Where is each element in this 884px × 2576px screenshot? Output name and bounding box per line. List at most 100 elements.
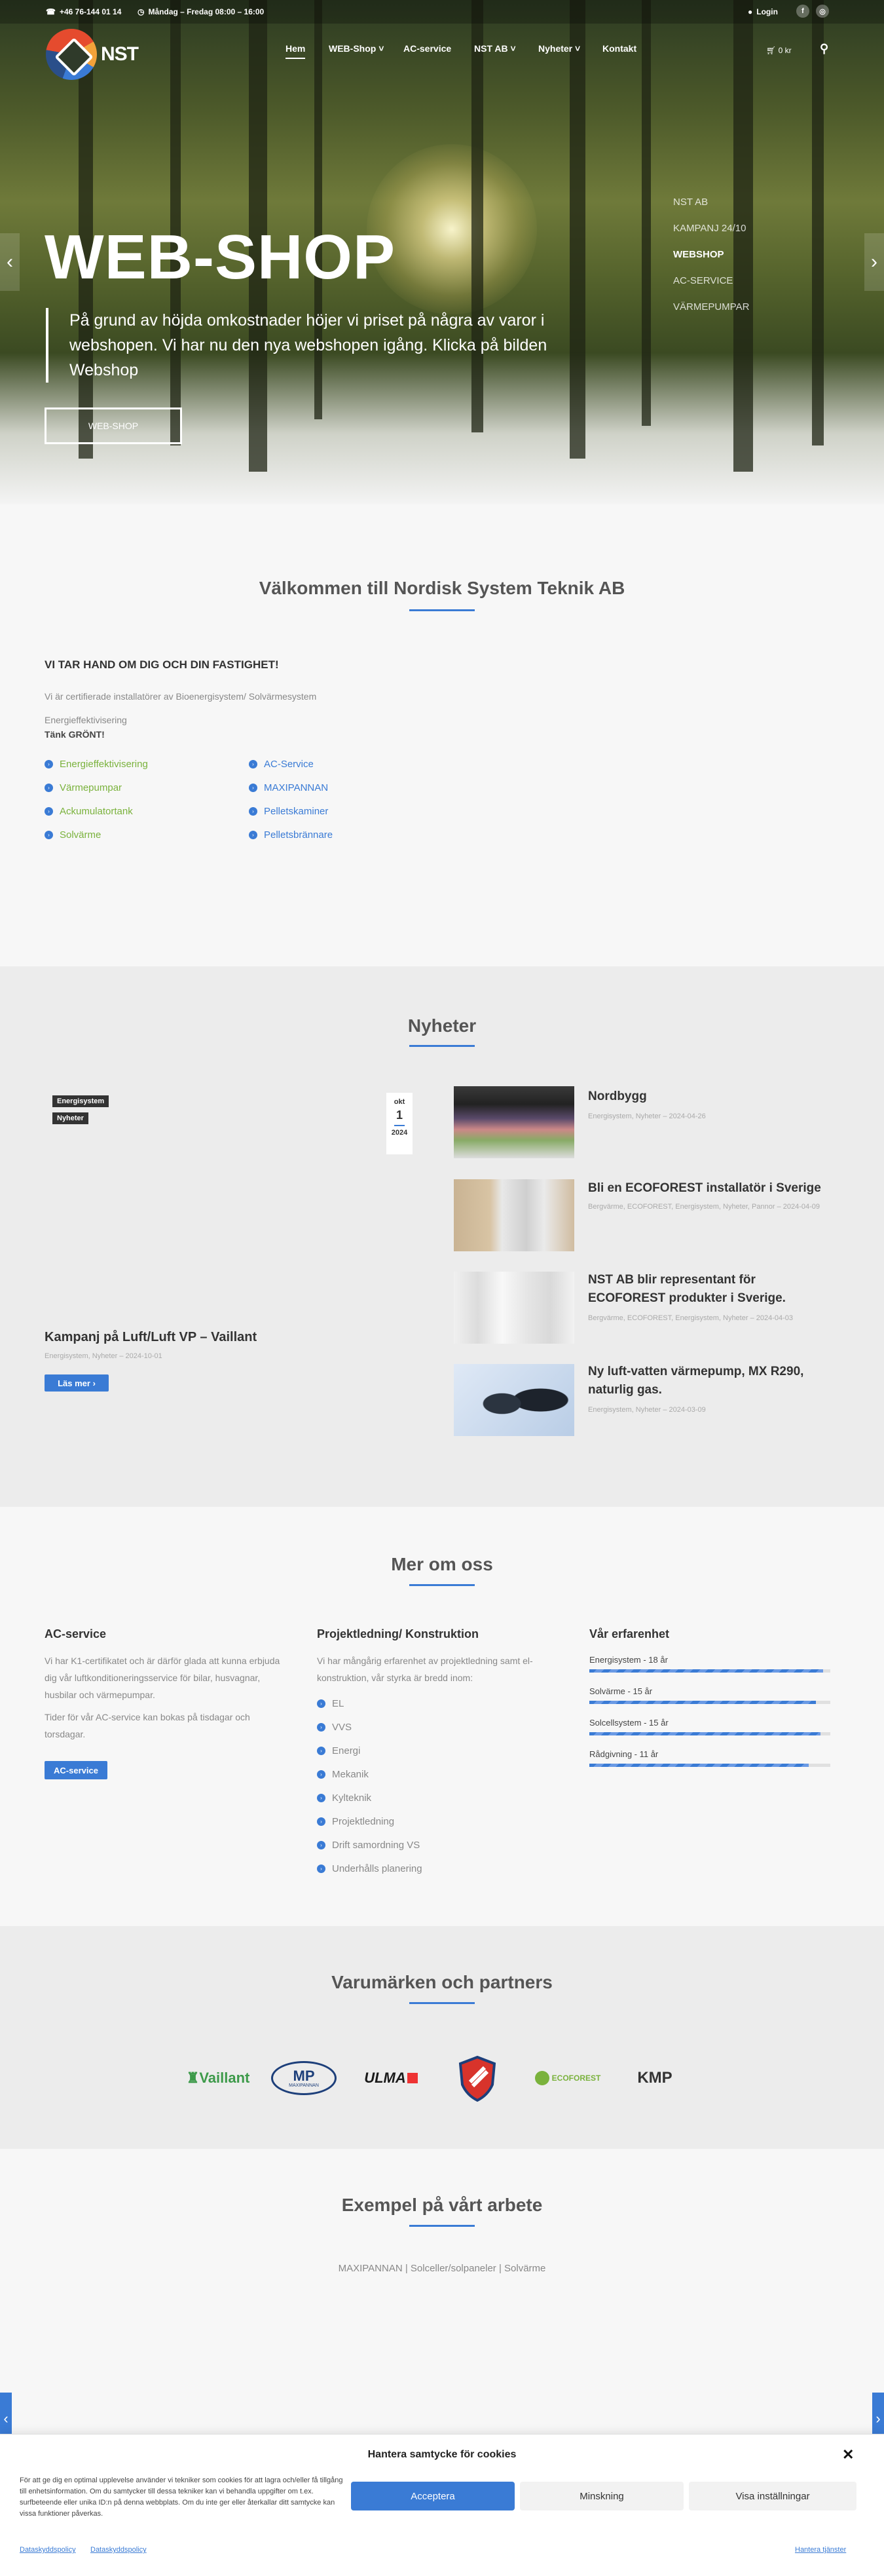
projekt-list-item: › Projektledning [317, 1816, 394, 1827]
site-logo[interactable]: NST [46, 29, 139, 80]
arrow-right-icon: › [45, 807, 53, 816]
news-thumbnail[interactable] [454, 1086, 574, 1158]
slide-nav-varmepumpar[interactable]: VÄRMEPUMPAR [673, 301, 749, 313]
privacy-link[interactable]: Dataskyddspolicy [20, 2546, 76, 2554]
service-link[interactable]: › AC-Service [249, 759, 314, 770]
instagram-icon: ◎ [816, 5, 829, 18]
service-label: Pelletskaminer [264, 806, 329, 817]
service-link[interactable]: › Pelletskaminer [249, 806, 328, 817]
brand-name: ULMA [364, 2070, 406, 2086]
cart-link[interactable]: 🛒︎ 0 kr [766, 46, 792, 55]
projekt-text: Vi har mångårig erfarenhet av projektled… [317, 1656, 533, 1683]
kmp-logo[interactable]: KMP [629, 2064, 681, 2093]
progress-fill [589, 1701, 816, 1704]
date-badge: okt 1 2024 [386, 1093, 413, 1154]
news-thumbnail[interactable] [454, 1364, 574, 1436]
slider-prev-arrow[interactable]: ‹ [0, 233, 20, 291]
accept-button[interactable]: Acceptera [351, 2482, 515, 2510]
featured-news-title[interactable]: Kampanj på Luft/Luft VP – Vaillant [45, 1330, 257, 1345]
phone-text: +46 76-144 01 14 [59, 7, 122, 16]
nav-hem[interactable]: Hem [285, 43, 306, 59]
welcome-section [0, 504, 884, 966]
progress-fill [589, 1669, 823, 1673]
welcome-line-3: Tänk GRÖNT! [45, 729, 105, 740]
slide-nav-ac-service[interactable]: AC-SERVICE [673, 275, 733, 286]
nav-nst-ab[interactable]: NST AB ˅ [474, 43, 516, 54]
ulma-mark [407, 2073, 418, 2083]
tree-trunk [733, 0, 753, 472]
arrow-right-icon: › [317, 1747, 325, 1755]
search-icon[interactable]: ⚲ [820, 42, 828, 56]
news-item-title[interactable]: Nordbygg [588, 1088, 824, 1106]
shield-logo[interactable] [458, 2056, 496, 2102]
read-more-button[interactable]: Läs mer › [45, 1374, 109, 1392]
user-icon: ● [748, 7, 753, 16]
hero-title: WEB-SHOP [45, 222, 396, 292]
tree-trunk [642, 0, 651, 426]
examples-title: Exempel på vårt arbete [341, 2195, 543, 2215]
deny-button[interactable]: Minskning [520, 2482, 684, 2510]
slide-nav-webshop[interactable]: WEBSHOP [673, 249, 724, 260]
title-underline [409, 1045, 475, 1047]
instagram-link[interactable]: ◎ [816, 5, 829, 18]
manage-services-link[interactable]: Hantera tjänster [795, 2546, 846, 2554]
cookie-text: För att ge dig en optimal upplevelse anv… [20, 2476, 343, 2518]
service-link[interactable]: › MAXIPANNAN [249, 782, 328, 793]
hero-webshop-button[interactable]: WEB-SHOP [45, 407, 182, 444]
welcome-title: Välkommen till Nordisk System Teknik AB [259, 578, 625, 598]
service-link[interactable]: › Solvärme [45, 829, 101, 841]
news-item-title[interactable]: NST AB blir representant för ECOFOREST p… [588, 1271, 824, 1308]
category-tag[interactable]: Energisystem [52, 1095, 109, 1107]
slide-nav-nst-ab[interactable]: NST AB [673, 197, 708, 208]
service-link[interactable]: › Värmepumpar [45, 782, 122, 793]
news-item-title[interactable]: Bli en ECOFOREST installatör i Sverige [588, 1179, 824, 1198]
slider-next-arrow[interactable]: › [864, 233, 884, 291]
welcome-line-1: Vi är certifierade installatörer av Bioe… [45, 691, 317, 702]
about-title: Mer om oss [391, 1554, 493, 1574]
category-tag[interactable]: Nyheter [52, 1112, 88, 1124]
cookie-title: Hantera samtycke för cookies [367, 2449, 517, 2460]
news-thumbnail[interactable] [454, 1272, 574, 1344]
featured-news-meta: Energisystem, Nyheter – 2024-10-01 [45, 1352, 162, 1360]
vaillant-logo[interactable]: ♜ Vaillant [182, 2064, 254, 2093]
nav-nyheter[interactable]: Nyheter ˅ [538, 43, 580, 54]
projekt-label: VVS [332, 1722, 352, 1733]
ac-service-button[interactable]: AC-service [45, 1761, 107, 1779]
facebook-link[interactable]: f [796, 5, 809, 18]
news-title: Nyheter [407, 1015, 477, 1036]
title-underline [409, 609, 475, 611]
experience-heading: Vår erfarenhet [589, 1627, 670, 1640]
service-link[interactable]: › Energieffektivisering [45, 759, 148, 770]
mp-logo[interactable]: MP MAXIPANNAN [271, 2061, 337, 2095]
nav-ac-service[interactable]: AC-service [403, 43, 451, 54]
tree-trunk [812, 0, 824, 445]
leaf-icon [534, 2071, 549, 2085]
slide-nav-kampanj[interactable]: KAMPANJ 24/10 [673, 223, 746, 234]
ecoforest-logo[interactable]: ECOFOREST [532, 2068, 604, 2089]
close-icon[interactable]: ✕ [842, 2446, 854, 2463]
login-link[interactable]: ● Login [748, 7, 778, 16]
service-link[interactable]: › Ackumulatortank [45, 806, 133, 817]
ac-text-2: Tider för vår AC-service kan bokas på ti… [45, 1712, 250, 1739]
portfolio-filters[interactable]: MAXIPANNAN | Solceller/solpaneler | Solv… [0, 2263, 884, 2274]
projekt-list-item: › Underhålls planering [317, 1863, 422, 1874]
news-thumbnail[interactable] [454, 1179, 574, 1251]
login-text: Login [756, 7, 778, 16]
nav-web-shop[interactable]: WEB-Shop ˅ [329, 43, 384, 54]
news-item-title[interactable]: Ny luft-vatten värmepump, MX R290, natur… [588, 1363, 824, 1399]
progress-fill [589, 1764, 809, 1767]
arrow-right-icon: › [317, 1817, 325, 1826]
brand-subname: MAXIPANNAN [289, 2083, 319, 2088]
news-item-meta: Bergvärme, ECOFOREST, Energisystem, Nyhe… [588, 1314, 794, 1322]
arrow-right-icon: › [45, 831, 53, 839]
service-link[interactable]: › Pelletsbrännare [249, 829, 333, 841]
projekt-list-item: › Mekanik [317, 1769, 369, 1780]
projekt-label: Energi [332, 1745, 361, 1756]
chevron-right-icon: › [875, 2410, 881, 2427]
privacy-link[interactable]: Dataskyddspolicy [90, 2546, 147, 2554]
nav-kontakt[interactable]: Kontakt [602, 43, 636, 54]
projekt-label: Underhålls planering [332, 1863, 422, 1874]
settings-button[interactable]: Visa inställningar [689, 2482, 856, 2510]
ulma-logo[interactable]: ULMA [361, 2065, 420, 2091]
phone-info[interactable]: ☎ +46 76-144 01 14 [46, 7, 121, 16]
